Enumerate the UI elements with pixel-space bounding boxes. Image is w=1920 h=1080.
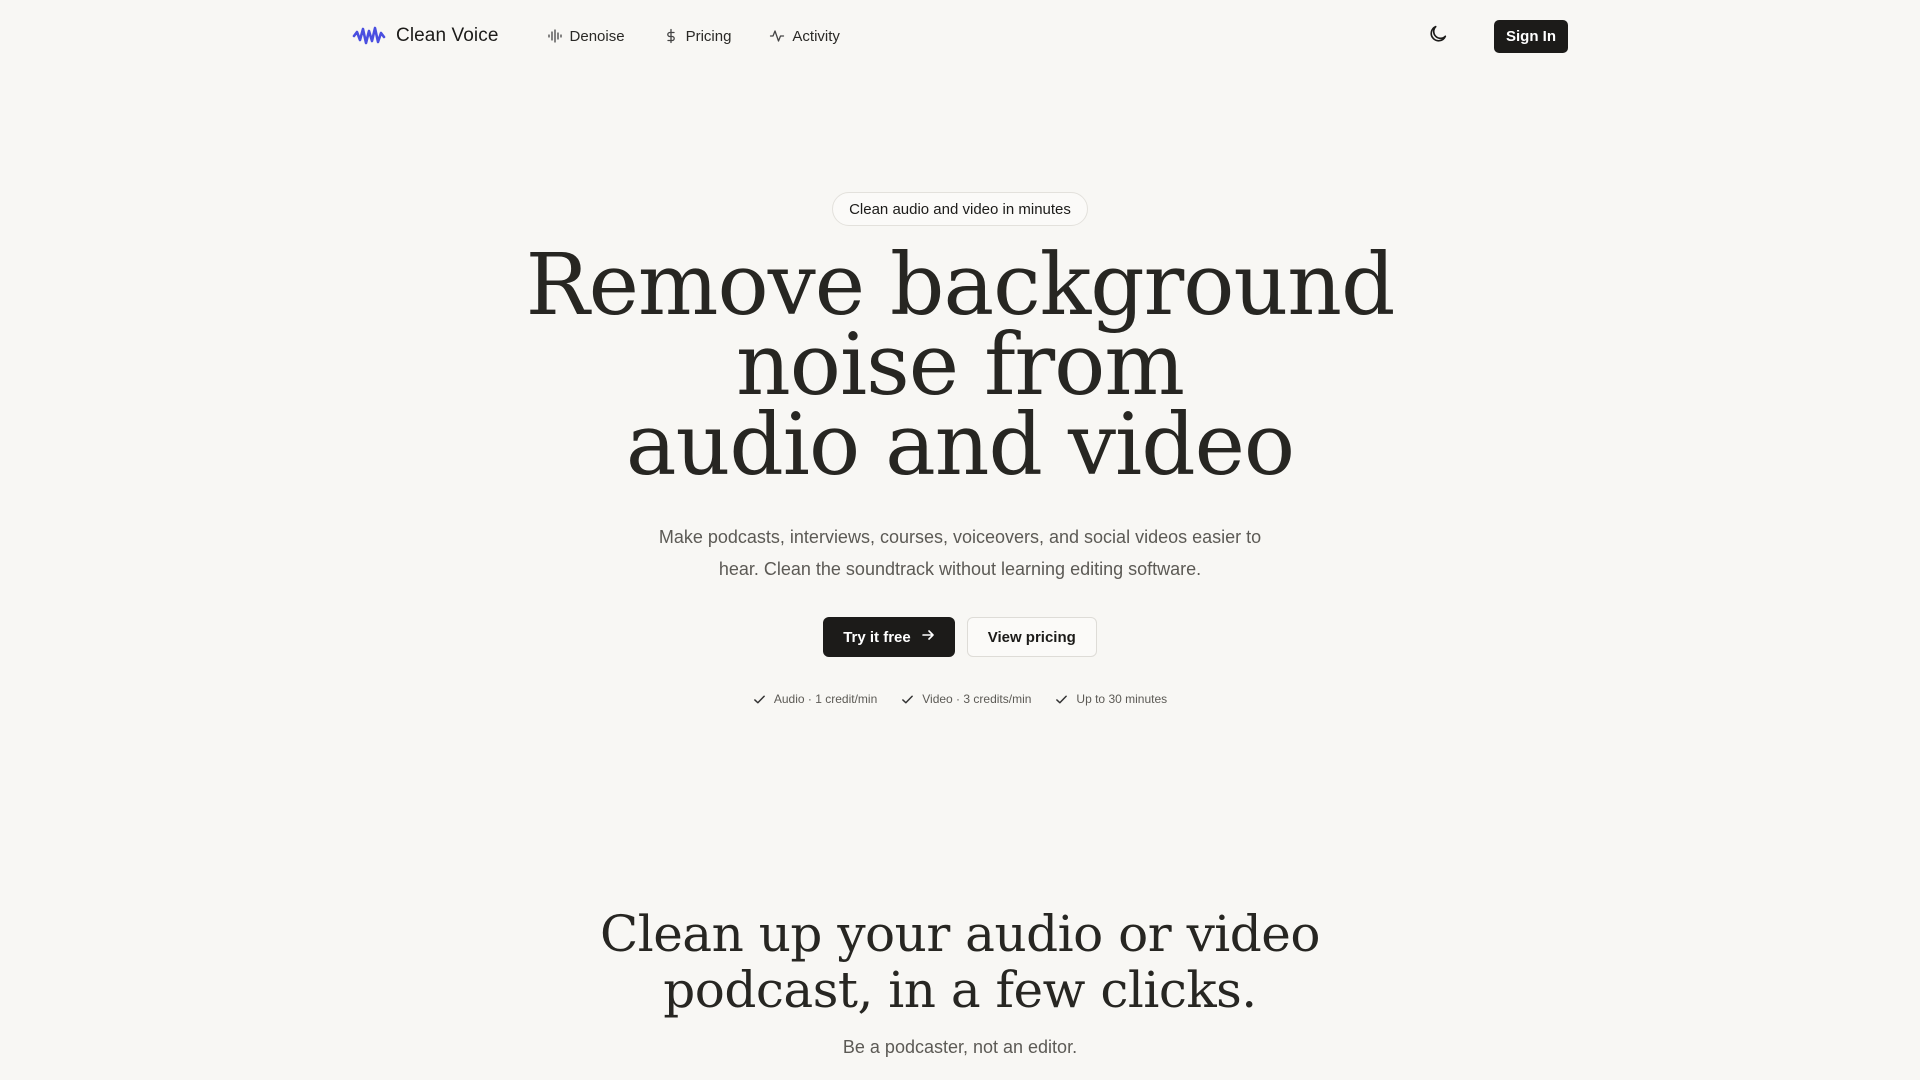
activity-icon xyxy=(769,28,785,44)
hero-subtitle-line: Make podcasts, interviews, courses, voic… xyxy=(658,527,1262,547)
moon-icon xyxy=(1427,23,1449,50)
check-icon xyxy=(753,693,766,706)
feature-item: Video · 3 credits/min xyxy=(901,692,1031,706)
nav-link-denoise[interactable]: Denoise xyxy=(547,28,625,45)
top-nav: Clean Voice Denoise Pricing Activity Sig… xyxy=(352,19,1568,53)
section-title: Clean up your audio or video podcast, in… xyxy=(0,906,1920,1018)
hero-title-line: noise from xyxy=(736,316,1185,415)
hero-subtitle: Make podcasts, interviews, courses, voic… xyxy=(0,521,1920,585)
page: Clean Voice Denoise Pricing Activity Sig… xyxy=(0,0,1920,1080)
feature-item: Up to 30 minutes xyxy=(1055,692,1167,706)
section-title-line: podcast, in a few clicks. xyxy=(663,961,1257,1019)
hero-title-line: audio and video xyxy=(625,396,1295,495)
nav-link-activity[interactable]: Activity xyxy=(769,28,840,45)
feature-label: Up to 30 minutes xyxy=(1076,692,1168,706)
nav-link-label: Activity xyxy=(792,27,840,45)
hero-subtitle-line: hear. Clean the soundtrack without learn… xyxy=(718,559,1202,579)
check-icon xyxy=(901,693,914,706)
feature-label: Video · 3 credits/min xyxy=(922,692,1032,706)
feature-item: Audio · 1 credit/min xyxy=(753,692,877,706)
dollar-icon xyxy=(663,28,679,44)
hero-title: Remove background noise from audio and v… xyxy=(0,236,1920,495)
check-icon xyxy=(1055,693,1068,706)
audio-lines-icon xyxy=(547,28,563,44)
hero-cta-row: Try it free View pricing xyxy=(0,617,1920,657)
nav-links: Denoise Pricing Activity xyxy=(547,28,840,45)
nav-actions: Sign In xyxy=(1424,19,1568,53)
hero-title-line: Remove background xyxy=(525,236,1396,335)
hero-badge-wrap: Clean audio and video in minutes xyxy=(0,192,1920,226)
sign-in-button[interactable]: Sign In xyxy=(1494,19,1568,53)
section-subtitle: Be a podcaster, not an editor. xyxy=(842,1037,1078,1057)
try-it-free-label: Try it free xyxy=(843,628,911,646)
hero-badge: Clean audio and video in minutes xyxy=(832,192,1088,226)
feature-label: Audio · 1 credit/min xyxy=(773,692,878,706)
nav-link-label: Denoise xyxy=(569,27,625,45)
brand-name: Clean Voice xyxy=(396,25,499,46)
section-title-line: Clean up your audio or video xyxy=(599,905,1321,963)
brand-link[interactable]: Clean Voice xyxy=(352,25,499,47)
nav-link-label: Pricing xyxy=(685,27,732,45)
waveform-logo-icon xyxy=(352,25,386,47)
nav-link-pricing[interactable]: Pricing xyxy=(663,27,732,45)
view-pricing-button[interactable]: View pricing xyxy=(966,617,1097,657)
arrow-right-icon xyxy=(921,628,935,646)
feature-list: Audio · 1 credit/min Video · 3 credits/m… xyxy=(0,692,1920,706)
theme-toggle-button[interactable] xyxy=(1424,22,1452,50)
try-it-free-button[interactable]: Try it free xyxy=(823,617,955,657)
